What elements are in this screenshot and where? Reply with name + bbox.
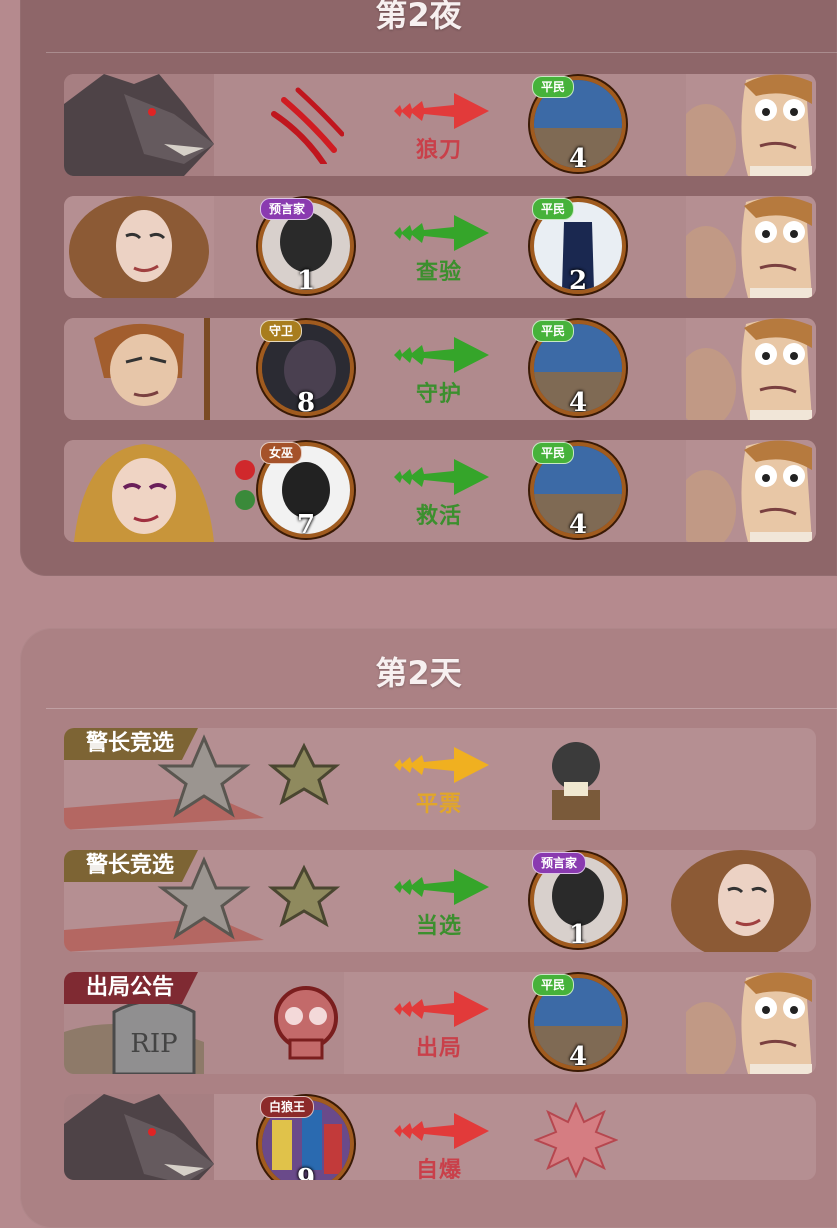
action-label: 狼刀 <box>415 138 462 163</box>
target-portrait <box>686 318 816 420</box>
day-row-sheriff-elected[interactable]: 警长竞选 当选 1 预言家 <box>64 850 816 952</box>
witch-portrait <box>64 440 214 542</box>
role-badge: 预言家 <box>532 852 587 874</box>
seer-portrait <box>64 196 214 298</box>
guard-portrait <box>64 318 214 420</box>
role-badge: 平民 <box>532 974 575 996</box>
player-number: 8 <box>296 388 316 412</box>
event-tag: 警长竞选 <box>64 728 199 760</box>
player-number: 7 <box>296 510 316 534</box>
role-badge: 女巫 <box>260 442 303 464</box>
role-badge: 平民 <box>532 76 575 98</box>
night-row-wolf-kill[interactable]: 狼刀 4 平民 <box>64 74 816 176</box>
explosion-icon <box>534 1100 618 1180</box>
arrow-icon <box>394 335 489 375</box>
action-label: 当选 <box>415 914 462 939</box>
day-divider <box>46 708 837 709</box>
player-number: 4 <box>568 388 588 412</box>
player-number: 1 <box>568 920 588 944</box>
role-badge: 平民 <box>532 320 575 342</box>
eliminated-portrait <box>686 972 816 1074</box>
day-title: 第2天 <box>375 654 462 692</box>
action-label: 自爆 <box>415 1158 462 1180</box>
arrow-icon <box>394 745 489 785</box>
event-tag: 出局公告 <box>64 972 199 1004</box>
ballot-box-icon <box>534 736 618 824</box>
player-number: 4 <box>568 510 588 534</box>
seer-portrait <box>666 850 816 952</box>
arrow-icon <box>394 1111 489 1151</box>
role-badge: 平民 <box>532 198 575 220</box>
arrow-icon <box>394 989 489 1029</box>
skull-icon <box>264 982 348 1066</box>
role-badge: 守卫 <box>260 320 303 342</box>
player-number: 9 <box>296 1164 316 1180</box>
night-row-guard-protect[interactable]: 8 守卫 守护 4 平民 <box>64 318 816 420</box>
player-number: 4 <box>568 1042 588 1066</box>
day-row-self-destruct[interactable]: 9 白狼王 自爆 <box>64 1094 816 1180</box>
night-row-seer-check[interactable]: 1 预言家 查验 2 平民 <box>64 196 816 298</box>
action-label: 平票 <box>415 792 462 817</box>
werewolf-portrait <box>64 74 214 176</box>
role-badge: 白狼王 <box>260 1096 315 1118</box>
player-number: 2 <box>568 266 588 290</box>
victim-portrait <box>686 74 816 176</box>
role-badge: 预言家 <box>260 198 315 220</box>
target-portrait <box>686 196 816 298</box>
day-row-out-announcement[interactable]: 出局公告 出局 4 平民 <box>64 972 816 1074</box>
day-row-sheriff-tie[interactable]: 警长竞选 平票 <box>64 728 816 830</box>
action-label: 出局 <box>415 1036 462 1061</box>
night-title: 第2夜 <box>375 0 462 34</box>
role-badge: 平民 <box>532 442 575 464</box>
arrow-icon <box>394 457 489 497</box>
action-label: 救活 <box>415 504 462 529</box>
arrow-icon <box>394 867 489 907</box>
night-row-witch-save[interactable]: 7 女巫 救活 4 平民 <box>64 440 816 542</box>
potion-icon <box>230 448 260 518</box>
player-number: 4 <box>568 144 588 168</box>
event-tag: 警长竞选 <box>64 850 199 882</box>
action-label: 守护 <box>415 382 462 407</box>
werewolf-portrait <box>64 1094 214 1180</box>
arrow-icon <box>394 213 489 253</box>
night-divider <box>46 52 837 53</box>
claw-marks-icon <box>264 84 344 164</box>
target-portrait <box>686 440 816 542</box>
action-label: 查验 <box>415 260 462 285</box>
player-number: 1 <box>296 266 316 290</box>
arrow-icon <box>394 91 489 131</box>
